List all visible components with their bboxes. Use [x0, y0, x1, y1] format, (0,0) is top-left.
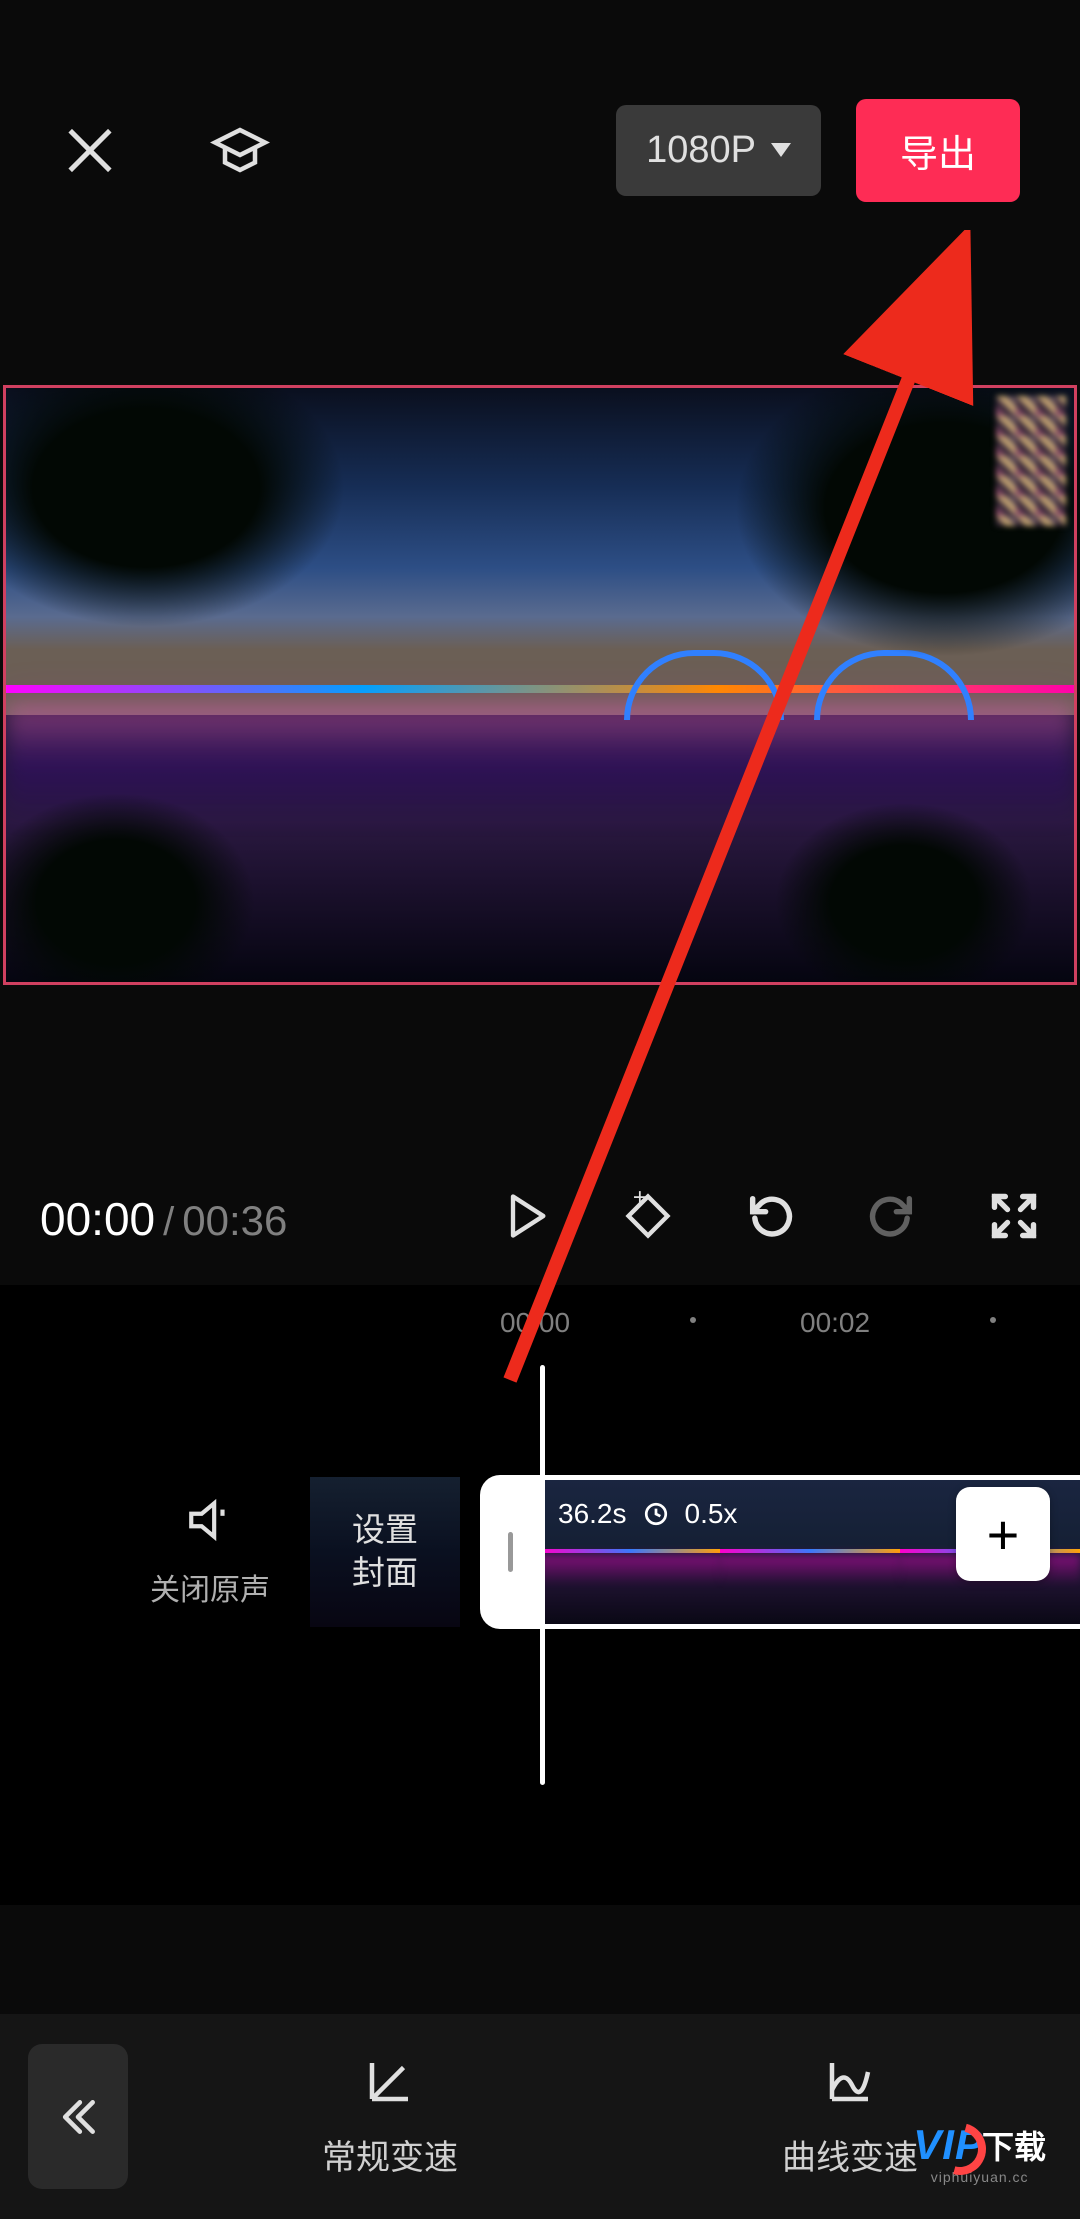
- normal-speed-button[interactable]: 常规变速: [322, 2054, 458, 2179]
- back-button[interactable]: [28, 2044, 128, 2189]
- speaker-icon: [185, 1495, 235, 1545]
- close-button[interactable]: [60, 120, 120, 180]
- chevron-left-icon: [56, 2095, 100, 2139]
- curve-speed-button[interactable]: 曲线变速: [782, 2054, 918, 2179]
- play-icon: [500, 1190, 552, 1242]
- set-cover-button[interactable]: 设置 封面: [310, 1477, 460, 1627]
- tutorial-button[interactable]: [210, 120, 270, 180]
- play-button[interactable]: [500, 1190, 552, 1247]
- total-time: 00:36: [182, 1197, 287, 1245]
- curve-speed-icon: [823, 2054, 877, 2108]
- redo-button[interactable]: [866, 1190, 918, 1247]
- svg-text:+: +: [633, 1190, 647, 1211]
- fullscreen-icon: [988, 1190, 1040, 1242]
- export-button[interactable]: 导出: [856, 99, 1020, 202]
- redo-icon: [866, 1190, 918, 1242]
- chevron-down-icon: [771, 143, 791, 157]
- playhead[interactable]: [540, 1365, 545, 1785]
- graduation-cap-icon: [210, 120, 270, 180]
- speed-icon: [643, 1501, 669, 1527]
- timeline-ruler[interactable]: 00:00 00:02: [0, 1285, 1080, 1355]
- clip-duration: 36.2s: [558, 1498, 627, 1530]
- pixelated-overlay: [996, 396, 1066, 526]
- watermark: VIP 下载 viphuiyuan.cc: [913, 2121, 1046, 2185]
- clip-handle-left[interactable]: [480, 1475, 540, 1629]
- undo-icon: [744, 1190, 796, 1242]
- undo-button[interactable]: [744, 1190, 796, 1247]
- video-preview[interactable]: [3, 385, 1077, 985]
- close-icon: [68, 128, 112, 172]
- resolution-dropdown[interactable]: 1080P: [616, 105, 821, 196]
- timeline[interactable]: 00:00 00:02 关闭原声 设置 封面 36.2s 0.5x: [0, 1285, 1080, 1905]
- time-display: 00:00 / 00:36: [40, 1192, 287, 1246]
- mute-audio-button[interactable]: 关闭原声: [150, 1495, 270, 1609]
- add-clip-button[interactable]: [956, 1487, 1050, 1581]
- fullscreen-button[interactable]: [988, 1190, 1040, 1247]
- current-time: 00:00: [40, 1192, 155, 1246]
- normal-speed-icon: [363, 2054, 417, 2108]
- keyframe-icon: +: [622, 1190, 674, 1242]
- keyframe-button[interactable]: +: [622, 1190, 674, 1247]
- resolution-value: 1080P: [646, 129, 756, 172]
- clip-speed: 0.5x: [685, 1498, 738, 1530]
